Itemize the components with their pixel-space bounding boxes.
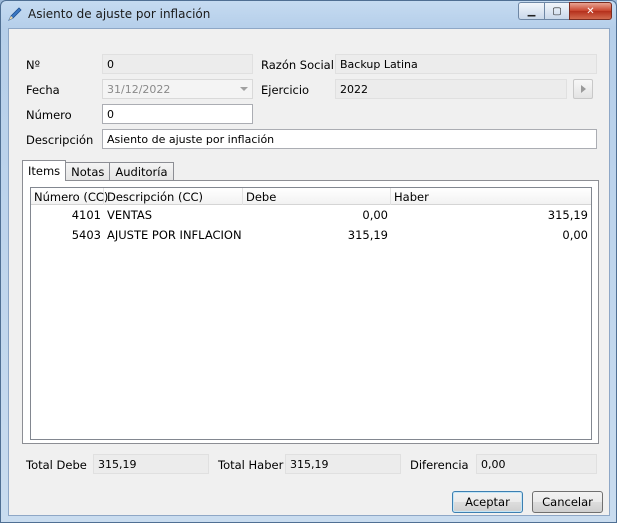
total-haber-field: 315,19 [285, 454, 401, 474]
razon-social-field: Backup Latina [335, 54, 597, 74]
cell-numero: 4101 [71, 208, 101, 222]
nro-field: 0 [102, 54, 253, 74]
tab-items[interactable]: Items [22, 160, 67, 181]
aceptar-button[interactable]: Aceptar [452, 491, 523, 513]
grid-header: Número (CC) Descripción (CC) Debe Haber [31, 188, 591, 205]
minimize-icon: ▁ [527, 5, 536, 17]
table-row[interactable]: 4101 VENTAS 0,00 315,19 [31, 206, 591, 226]
total-haber-label: Total Haber [218, 458, 284, 472]
cell-debe: 315,19 [347, 228, 388, 242]
cancelar-button[interactable]: Cancelar [532, 491, 603, 513]
diferencia-field: 0,00 [476, 454, 597, 474]
cell-numero: 5403 [71, 228, 101, 242]
chevron-down-icon [240, 87, 248, 91]
total-debe-label: Total Debe [26, 458, 87, 472]
maximize-button[interactable]: ▢ [544, 2, 569, 20]
tab-notas[interactable]: Notas [65, 162, 111, 181]
chevron-right-icon [581, 85, 586, 93]
title-bar[interactable]: Asiento de ajuste por inflación ▁ ▢ ✕ [1, 1, 616, 27]
tab-strip: Items Notas Auditoría [22, 160, 174, 181]
razon-social-label: Razón Social [261, 58, 334, 72]
descripcion-input[interactable]: Asiento de ajuste por inflación [102, 129, 597, 149]
column-header-descripcion[interactable]: Descripción (CC) [104, 188, 243, 205]
items-grid[interactable]: Número (CC) Descripción (CC) Debe Haber … [30, 187, 592, 440]
cell-descripcion: AJUSTE POR INFLACION [107, 228, 242, 242]
items-tab-panel: Número (CC) Descripción (CC) Debe Haber … [22, 180, 599, 444]
column-header-haber[interactable]: Haber [391, 188, 593, 205]
tab-auditoria[interactable]: Auditoría [109, 162, 174, 181]
fecha-datepicker[interactable]: 31/12/2022 [102, 79, 253, 99]
close-button[interactable]: ✕ [569, 2, 612, 20]
diferencia-label: Diferencia [410, 458, 469, 472]
cell-haber: 0,00 [562, 228, 588, 242]
column-header-numero[interactable]: Número (CC) [31, 188, 108, 205]
ejercicio-label: Ejercicio [261, 83, 310, 97]
cell-debe: 0,00 [362, 208, 388, 222]
column-header-debe[interactable]: Debe [243, 188, 391, 205]
pen-icon [8, 7, 22, 21]
cell-descripcion: VENTAS [107, 208, 153, 222]
dialog-window: Asiento de ajuste por inflación ▁ ▢ ✕ Nº… [0, 0, 617, 523]
table-row[interactable]: 5403 AJUSTE POR INFLACION 315,19 0,00 [31, 226, 591, 246]
fecha-value: 31/12/2022 [107, 83, 171, 96]
dialog-body: Nº 0 Razón Social Backup Latina Fecha 31… [8, 28, 610, 516]
ejercicio-next-button[interactable] [573, 79, 593, 99]
numero-label: Número [26, 108, 72, 122]
fecha-label: Fecha [26, 83, 60, 97]
ejercicio-field: 2022 [335, 79, 567, 99]
minimize-button[interactable]: ▁ [518, 2, 544, 20]
numero-input[interactable]: 0 [102, 104, 253, 124]
window-title: Asiento de ajuste por inflación [28, 7, 211, 21]
nro-label: Nº [26, 58, 41, 72]
maximize-icon: ▢ [552, 5, 562, 17]
cell-haber: 315,19 [547, 208, 588, 222]
close-icon: ✕ [586, 5, 595, 17]
descripcion-label: Descripción [26, 133, 94, 147]
total-debe-field: 315,19 [93, 454, 209, 474]
